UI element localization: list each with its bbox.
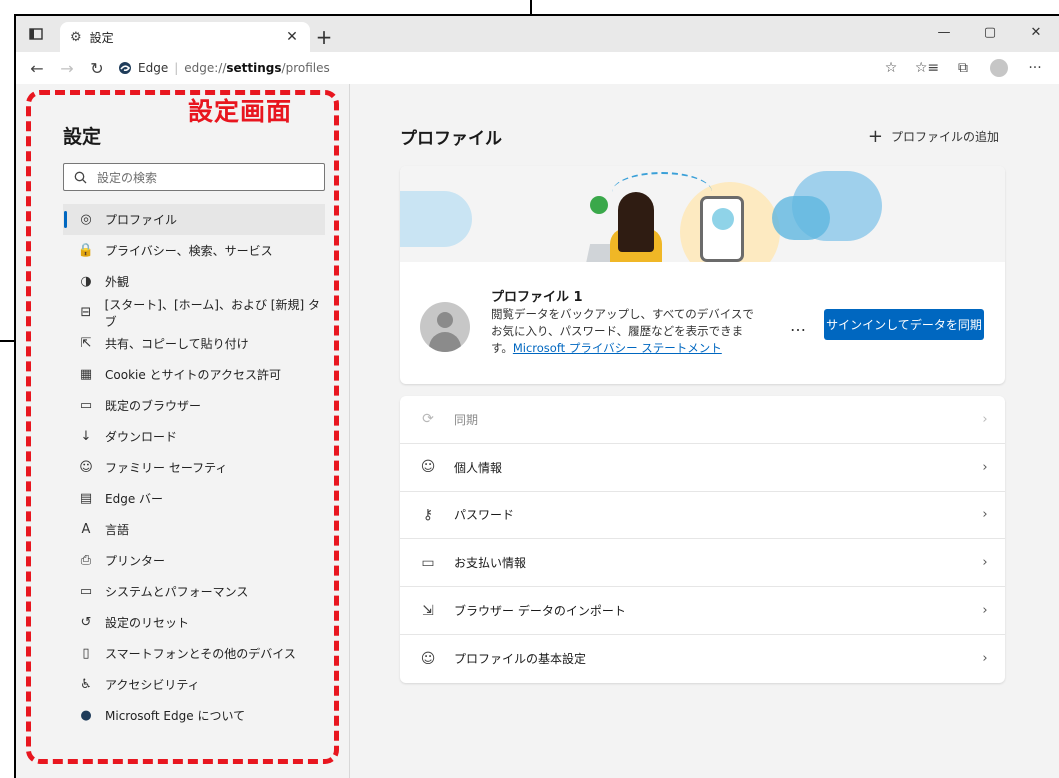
forward-button[interactable]: →: [52, 54, 82, 82]
profile-settings-list: ⟳ 同期 › ☺ 個人情報 › ⚷ パスワード › ▭ お支払い情報 › ⇲ ブラウザー データのインポー…: [400, 396, 1005, 683]
sync-badge-icon: [590, 196, 608, 214]
maximize-button[interactable]: ▢: [967, 16, 1013, 48]
avatar-icon: [990, 59, 1008, 77]
favorites-button[interactable]: ☆≡: [909, 54, 945, 82]
person-head-shape: [618, 192, 654, 252]
phone-shape: [700, 196, 744, 262]
settings-content: 設定 設定の検索 ◎ プロファイル 🔒 プライバシー、検索、サービス ◑ 外観 ⊟ [スタート…: [16, 84, 1059, 778]
settings-row[interactable]: ⇲ ブラウザー データのインポート ›: [400, 587, 1005, 635]
more-button[interactable]: ···: [1017, 54, 1053, 82]
url-prefix: edge://: [184, 61, 227, 75]
sign-in-sync-button[interactable]: サインインしてデータを同期: [824, 309, 984, 340]
chevron-right-icon: ›: [982, 651, 988, 667]
tab-actions-button[interactable]: [16, 16, 56, 52]
annotation-label: 設定画面: [188, 97, 293, 126]
personal-info-icon: ☺: [420, 459, 436, 476]
plus-icon: +: [867, 126, 883, 147]
url-suffix: /profiles: [281, 61, 330, 75]
profile-button[interactable]: [981, 54, 1017, 82]
key-icon: ⚷: [422, 506, 434, 523]
card-icon: ▭: [421, 554, 435, 571]
settings-row[interactable]: ☺ プロファイルの基本設定 ›: [400, 635, 1005, 683]
settings-row[interactable]: ▭ お支払い情報 ›: [400, 539, 1005, 588]
page-title: プロファイル: [400, 129, 502, 149]
settings-row-label: 個人情報: [454, 460, 503, 475]
gear-icon: ⚙: [70, 29, 82, 45]
profile-page: プロファイル + プロファイルの追加 プロファイル 1 閲覧データをバックアップ…: [350, 84, 1059, 778]
settings-sidebar: 設定 設定の検索 ◎ プロファイル 🔒 プライバシー、検索、サービス ◑ 外観 ⊟ [スタート…: [16, 84, 350, 778]
settings-row[interactable]: ⟳ 同期 ›: [400, 396, 1005, 444]
refresh-button[interactable]: ↻: [82, 54, 112, 82]
favorites-icon: ☆≡: [914, 60, 940, 76]
cloud-shape: [772, 196, 830, 240]
address-bar[interactable]: Edge | edge://settings/profiles: [112, 55, 873, 81]
settings-row-label: お支払い情報: [454, 556, 527, 571]
sync-icon: ⟳: [422, 411, 434, 428]
add-favorite-button[interactable]: ☆: [873, 54, 909, 82]
edge-logo-icon: [119, 62, 131, 74]
browser-window: ⚙ 設定 ✕ + — ▢ ✕ ← → ↻ Edge | edge://setti…: [14, 14, 1059, 778]
settings-row[interactable]: ☺ 個人情報 ›: [400, 444, 1005, 492]
settings-row-label: ブラウザー データのインポート: [454, 604, 626, 619]
profile-card: プロファイル 1 閲覧データをバックアップし、すべてのデバイスでお気に入り、パス…: [400, 166, 1005, 384]
back-button[interactable]: ←: [22, 54, 52, 82]
settings-row[interactable]: ⚷ パスワード ›: [400, 492, 1005, 540]
profile-info: プロファイル 1 閲覧データをバックアップし、すべてのデバイスでお気に入り、パス…: [400, 262, 1005, 384]
settings-row-label: プロファイルの基本設定: [454, 652, 587, 667]
profile-name: プロファイル 1: [491, 290, 583, 305]
tab-settings[interactable]: ⚙ 設定 ✕: [60, 22, 310, 52]
profile-settings-icon: ☺: [420, 650, 436, 667]
privacy-statement-link[interactable]: Microsoft プライバシー ステートメント: [513, 341, 722, 355]
profile-banner-illustration: [400, 166, 1005, 262]
chevron-right-icon: ›: [982, 411, 988, 427]
minimize-button[interactable]: —: [921, 16, 967, 48]
close-window-button[interactable]: ✕: [1013, 16, 1059, 48]
avatar: [420, 302, 470, 352]
chevron-right-icon: ›: [982, 603, 988, 619]
title-bar: ⚙ 設定 ✕ + — ▢ ✕: [16, 16, 1059, 52]
chevron-right-icon: ›: [982, 555, 988, 571]
toolbar-icons: ☆ ☆≡ ⧉ ···: [873, 54, 1053, 82]
annotation-frame: [26, 90, 339, 764]
cloud-shape: [400, 191, 472, 247]
add-profile-button[interactable]: + プロファイルの追加: [868, 126, 999, 147]
settings-row-label: パスワード: [454, 508, 515, 523]
star-plus-icon: ☆: [884, 60, 898, 76]
address-edge-label: Edge: [138, 61, 169, 75]
collections-icon: ⧉: [958, 60, 968, 76]
collections-button[interactable]: ⧉: [945, 54, 981, 82]
toolbar: ← → ↻ Edge | edge://settings/profiles ☆ …: [16, 52, 1059, 84]
address-separator: |: [174, 61, 179, 75]
url-bold: settings: [226, 61, 282, 75]
chevron-right-icon: ›: [982, 507, 988, 523]
chevron-right-icon: ›: [982, 459, 988, 475]
profile-description: 閲覧データをバックアップし、すべてのデバイスでお気に入り、パスワード、履歴などを…: [491, 306, 761, 357]
desktop-background: [0, 0, 14, 778]
window-controls: — ▢ ✕: [921, 16, 1059, 48]
profile-more-button[interactable]: …: [790, 316, 807, 335]
new-tab-button[interactable]: +: [310, 22, 338, 52]
close-tab-icon[interactable]: ✕: [284, 29, 300, 45]
tab-actions-icon: [29, 28, 43, 40]
tab-title: 設定: [89, 30, 114, 45]
phone-avatar-shape: [712, 208, 734, 230]
settings-row-label: 同期: [454, 412, 479, 427]
import-icon: ⇲: [422, 602, 434, 619]
desktop-divider: [530, 0, 532, 14]
more-icon: ···: [1028, 60, 1042, 76]
add-profile-label: プロファイルの追加: [890, 130, 999, 144]
address-url: edge://settings/profiles: [184, 61, 330, 75]
